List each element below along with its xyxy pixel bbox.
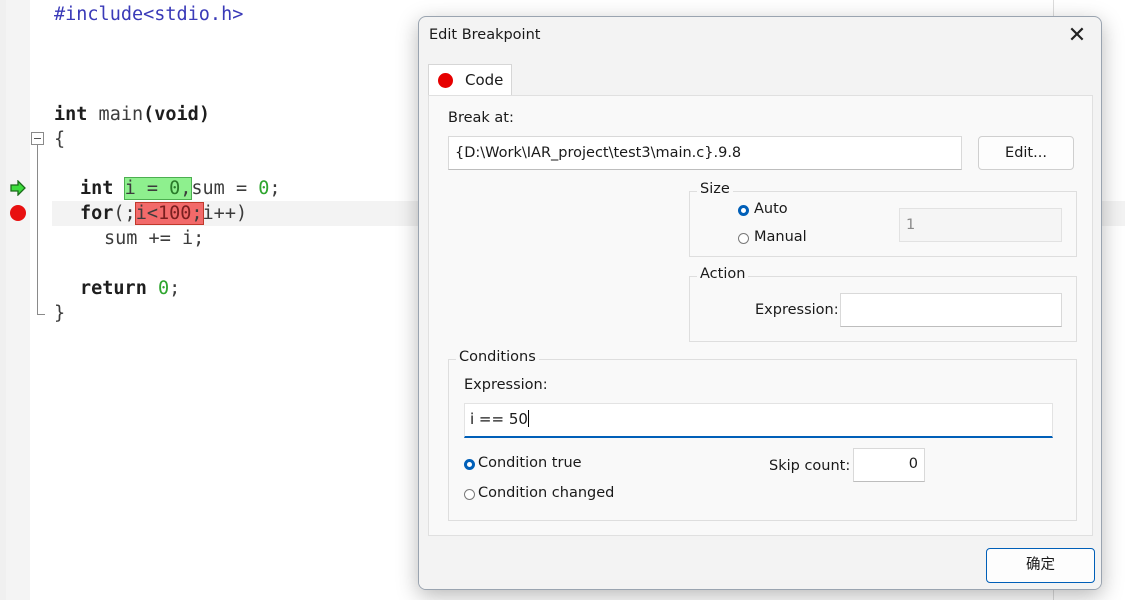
semicolon: ; — [269, 178, 281, 199]
comma: , — [180, 178, 192, 199]
fold-collapse-icon[interactable] — [31, 132, 44, 145]
fold-guide-line — [37, 145, 38, 315]
code-line-sum[interactable]: sum += i; — [104, 226, 204, 251]
keyword-int: int — [80, 178, 114, 199]
code-line-brace-open[interactable]: { — [54, 127, 65, 152]
break-at-label: Break at: — [448, 110, 514, 126]
breakpoint-code-icon — [438, 73, 453, 88]
semicolon: ; — [169, 278, 181, 299]
code-line-for[interactable]: for(;i<100;i++) — [80, 201, 247, 226]
code-line-declaration[interactable]: int i = 0,sum = 0; — [80, 176, 281, 201]
breakpoint-icon[interactable] — [10, 205, 26, 221]
decl-sum-text: sum = — [191, 178, 259, 199]
action-expression-label: Expression: — [755, 302, 839, 318]
include-directive: #include<stdio.h> — [54, 4, 244, 25]
size-auto-radio[interactable] — [738, 205, 749, 216]
condition-expression-label: Expression: — [464, 377, 548, 393]
current-statement-highlight: i = 0, — [123, 177, 193, 200]
conditions-group-title: Conditions — [456, 349, 539, 365]
number-literal: 0 — [157, 278, 170, 299]
number-literal: 0 — [169, 178, 181, 199]
for-rest-text: i++) — [202, 203, 248, 224]
code-tab-panel: Break at: {D:\Work\IAR_project\test3\mai… — [428, 95, 1093, 536]
action-expression-input[interactable] — [840, 293, 1062, 327]
keyword-return: return — [80, 278, 147, 299]
size-auto-label[interactable]: Auto — [754, 201, 788, 217]
breakpoint-statement-highlight: i<100; — [134, 202, 204, 225]
condition-changed-label[interactable]: Condition changed — [478, 485, 614, 501]
close-icon[interactable]: ✕ — [1063, 23, 1091, 51]
for-cond-text: i< — [135, 203, 158, 224]
condition-expression-input[interactable]: i == 50 — [464, 403, 1053, 438]
size-manual-radio[interactable] — [738, 233, 749, 244]
for-open: (; — [113, 203, 136, 224]
keyword-void: void — [154, 104, 199, 125]
keyword-for: for — [80, 203, 114, 224]
break-at-input[interactable]: {D:\Work\IAR_project\test3\main.c}.9.8 — [448, 136, 962, 170]
number-literal: 100 — [157, 203, 192, 224]
code-line-return[interactable]: return 0; — [80, 276, 180, 301]
condition-true-label[interactable]: Condition true — [478, 455, 582, 471]
semicolon: ; — [191, 203, 203, 224]
fold-guide-end — [37, 314, 45, 315]
sum-statement: sum += i; — [104, 228, 205, 249]
function-name: main — [87, 104, 144, 125]
skip-count-input[interactable]: 0 — [853, 448, 925, 482]
brace-open: { — [54, 129, 66, 150]
paren-open: ( — [143, 104, 155, 125]
skip-count-label: Skip count: — [769, 458, 851, 474]
keyword-int: int — [54, 104, 88, 125]
paren-close: ) — [198, 104, 210, 125]
size-value-input[interactable]: 1 — [899, 208, 1062, 242]
code-line-main[interactable]: int main(void) — [54, 102, 210, 127]
edit-breakpoint-dialog: Edit Breakpoint ✕ Code Break at: {D:\Wor… — [418, 16, 1102, 590]
condition-expression-text: i == 50 — [470, 410, 528, 428]
decl-i-text: i = — [124, 178, 170, 199]
size-manual-label[interactable]: Manual — [754, 229, 807, 245]
text-caret — [527, 410, 529, 427]
edit-location-button[interactable]: Edit... — [978, 136, 1074, 170]
condition-true-radio[interactable] — [464, 459, 475, 470]
fold-column — [30, 0, 50, 600]
condition-changed-radio[interactable] — [464, 489, 475, 500]
breakpoint-gutter[interactable] — [6, 0, 30, 600]
tab-code-label: Code — [465, 71, 504, 89]
number-literal: 0 — [258, 178, 270, 199]
current-pc-arrow-icon — [10, 180, 26, 196]
code-line-brace-close[interactable]: } — [54, 301, 65, 326]
size-group-title: Size — [697, 181, 733, 197]
dialog-title: Edit Breakpoint — [429, 27, 541, 43]
brace-close: } — [54, 303, 66, 324]
code-line-include[interactable]: #include<stdio.h> — [54, 2, 243, 27]
ok-button[interactable]: 确定 — [986, 548, 1095, 583]
tab-code[interactable]: Code — [428, 64, 512, 96]
action-group-title: Action — [697, 266, 749, 282]
